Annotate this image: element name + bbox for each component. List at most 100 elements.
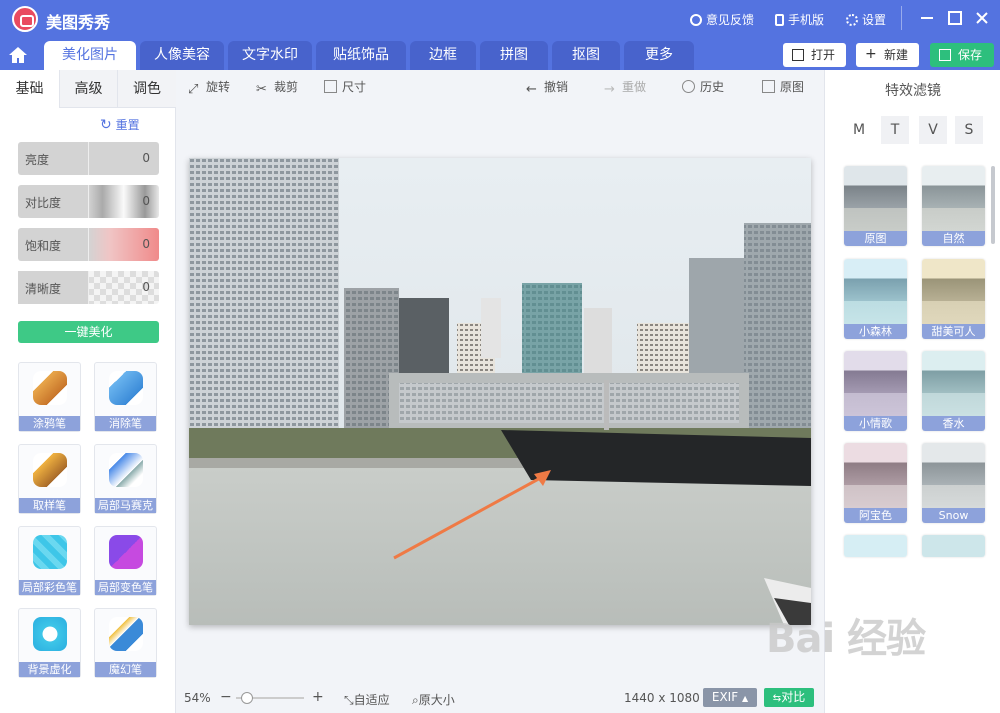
contrast-slider[interactable]: 对比度 0 (18, 185, 159, 218)
zoom-out-button[interactable]: − (220, 689, 232, 705)
sharpness-slider[interactable]: 清晰度 0 (18, 271, 159, 304)
filter-category-t[interactable]: T (881, 116, 909, 144)
saturation-slider[interactable]: 饱和度 0 (18, 228, 159, 261)
tool-label: 涂鸦笔 (19, 416, 80, 431)
auto-enhance-button[interactable]: 一键美化 (18, 321, 159, 343)
subtab-basic[interactable]: 基础 (0, 70, 59, 108)
undo-button[interactable]: ← 撤销 (526, 78, 569, 97)
save-button[interactable]: 保存 (930, 43, 994, 67)
filter-partial[interactable] (844, 535, 907, 557)
brightness-slider[interactable]: 亮度 0 (18, 142, 159, 175)
zoom-in-button[interactable]: + (312, 689, 324, 705)
left-panel: 基础 高级 调色 ↻ 重置 亮度 0 对比度 0 饱和度 0 清晰度 0 一键美化 涂鸦… (0, 70, 176, 713)
scrollbar[interactable] (991, 166, 995, 244)
tab-frame[interactable]: 边框 (410, 41, 476, 70)
crop-button[interactable]: ✂ 裁剪 (256, 78, 299, 97)
photo-canvas[interactable] (189, 158, 811, 625)
clock-icon (682, 80, 695, 93)
mosaic-tool[interactable]: 局部马赛克 (94, 444, 157, 514)
subtab-color[interactable]: 调色 (117, 70, 176, 108)
zoom-level: 54% (184, 691, 211, 705)
magic-pen-tool[interactable]: 魔幻笔 (94, 608, 157, 678)
filter-panel-title: 特效滤镜 (885, 83, 941, 99)
filter-abao[interactable]: 阿宝色 (844, 443, 907, 523)
recolor-pen-tool[interactable]: 局部变色笔 (94, 526, 157, 596)
main-tab-bar: 美化图片 人像美容 文字水印 贴纸饰品 边框 拼图 抠图 更多 打开 + 新建 保… (0, 38, 1000, 70)
close-icon[interactable] (972, 8, 992, 28)
baidu-watermark-logo: Bai 经验 (766, 616, 926, 662)
filter-category-v[interactable]: V (919, 116, 947, 144)
original-button[interactable]: 原图 (762, 78, 804, 95)
tool-label: 消除笔 (95, 416, 156, 431)
tab-cutout[interactable]: 抠图 (552, 41, 620, 70)
caret-up-icon: ▲ (741, 694, 749, 703)
home-icon[interactable] (8, 46, 28, 64)
filter-natural[interactable]: 自然 (922, 166, 985, 246)
divider (88, 271, 89, 304)
size-button[interactable]: 尺寸 (324, 78, 366, 95)
open-button[interactable]: 打开 (783, 43, 846, 67)
history-button[interactable]: 历史 (682, 78, 724, 95)
new-label: 新建 (884, 48, 909, 62)
background-blur-tool[interactable]: 背景虚化 (18, 608, 81, 678)
zoom-slider-handle[interactable] (241, 692, 253, 704)
filter-thumbnail (922, 166, 985, 231)
rotate-icon: ⤢ (188, 82, 199, 97)
filter-love-song[interactable]: 小情歌 (844, 351, 907, 431)
recolor-icon (109, 535, 143, 569)
filter-original[interactable]: 原图 (844, 166, 907, 246)
image-dimensions: 1440 x 1080 (624, 691, 700, 705)
exif-label: EXIF (711, 690, 739, 704)
filter-category-m[interactable]: M (845, 116, 873, 144)
fit-button[interactable]: ⤡自适应 (344, 691, 390, 708)
settings-button[interactable]: 设置 (846, 11, 886, 28)
original-label: 原图 (780, 80, 805, 94)
reset-icon: ↻ (100, 117, 112, 133)
tab-text-watermark[interactable]: 文字水印 (228, 41, 312, 70)
filter-label: 甜美可人 (922, 324, 985, 339)
actual-size-label: 原大小 (418, 693, 455, 707)
zoom-slider[interactable] (236, 692, 304, 704)
tab-more[interactable]: 更多 (624, 41, 694, 70)
color-pen-tool[interactable]: 局部彩色笔 (18, 526, 81, 596)
tab-beautify[interactable]: 美化图片 (44, 41, 136, 70)
doodle-pen-tool[interactable]: 涂鸦笔 (18, 362, 81, 432)
eraser-icon (109, 371, 143, 405)
rotate-button[interactable]: ⤢ 旋转 (188, 78, 230, 97)
filter-perfume[interactable]: 香水 (922, 351, 985, 431)
redo-button[interactable]: → 重做 (604, 78, 647, 97)
filter-thumbnail (844, 443, 907, 508)
filter-thumbnail (922, 535, 985, 557)
filter-category-s[interactable]: S (955, 116, 983, 144)
tab-portrait[interactable]: 人像美容 (140, 41, 224, 70)
sampling-pen-tool[interactable]: 取样笔 (18, 444, 81, 514)
filter-snow[interactable]: Snow (922, 443, 985, 523)
filter-partial[interactable] (922, 535, 985, 557)
filter-forest[interactable]: 小森林 (844, 259, 907, 339)
fit-label: 自适应 (353, 693, 390, 707)
maximize-icon[interactable] (945, 8, 965, 28)
eraser-pen-tool[interactable]: 消除笔 (94, 362, 157, 432)
tab-collage[interactable]: 拼图 (480, 41, 548, 70)
filter-label: 小情歌 (844, 416, 907, 431)
subtab-advanced[interactable]: 高级 (59, 70, 117, 108)
mosaic-pen-icon (109, 453, 143, 487)
gear-icon (846, 13, 858, 26)
minimize-icon[interactable] (917, 8, 937, 28)
divider (901, 6, 902, 30)
reset-button[interactable]: ↻ 重置 (100, 116, 140, 133)
exif-button[interactable]: EXIF ▲ (703, 688, 757, 707)
image-icon (792, 49, 804, 61)
compare-button[interactable]: ⇆对比 (764, 688, 814, 707)
mobile-button[interactable]: 手机版 (775, 11, 824, 28)
feedback-button[interactable]: 意见反馈 (690, 11, 754, 28)
new-button[interactable]: + 新建 (856, 43, 919, 67)
tab-stickers[interactable]: 贴纸饰品 (316, 41, 406, 70)
redo-label: 重做 (622, 80, 647, 94)
undo-label: 撤销 (544, 80, 569, 94)
filter-sweet[interactable]: 甜美可人 (922, 259, 985, 339)
scissors-icon: ✂ (256, 82, 267, 97)
actual-size-button[interactable]: ⌕原大小 (412, 691, 455, 708)
filter-label: 阿宝色 (844, 508, 907, 523)
crop-label: 裁剪 (274, 80, 299, 94)
